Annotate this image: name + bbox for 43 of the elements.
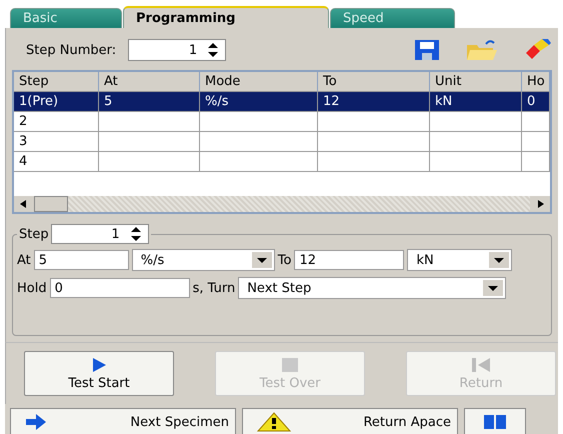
turn-dropdown[interactable]: Next Step [238,277,506,299]
table-cell: 1(Pre) [19,94,58,109]
step-number-label: Step Number: [26,42,116,58]
warning-icon [257,412,291,432]
table-row[interactable]: 3 [14,132,550,152]
play-icon [91,356,107,372]
open-folder-icon[interactable] [466,39,498,61]
turn-label: s, Turn [192,280,236,296]
step-number-spinner[interactable]: 1 [128,39,226,61]
stop-icon [281,356,299,372]
unit-dropdown[interactable]: kN [407,249,512,271]
step-label: Step [19,226,49,242]
hold-label: Hold [17,280,47,296]
table-cell: 4 [19,154,28,169]
eraser-icon[interactable] [524,39,552,61]
rewind-icon [471,356,491,372]
at-label: At [17,252,31,268]
table-cell: 2 [19,114,28,129]
table-cell: %/s [205,94,229,109]
next-specimen-button[interactable]: Next Specimen [10,408,236,434]
spin-arrows-icon[interactable] [130,227,142,241]
table-cell: 12 [323,94,340,109]
mode-dropdown[interactable]: %/s [132,249,275,271]
pause-icon [483,415,507,429]
test-start-button[interactable]: Test Start [24,351,174,396]
arrow-right-icon [25,414,47,430]
table-cell: 5 [104,94,112,109]
table-row[interactable]: 4 [14,152,550,172]
to-field[interactable]: 12 [294,250,404,270]
step-spinner[interactable]: 1 [50,224,149,244]
table-cell: 0 [527,94,536,109]
table-row[interactable]: 2 [14,112,550,132]
tab[interactable]: Programming [123,6,329,28]
to-label: To [278,252,292,268]
table-row[interactable]: 1(Pre) 5 %/s 12 kN 0 [14,92,550,112]
save-icon[interactable] [414,39,440,61]
table-cell: 3 [19,134,28,149]
table-cell: kN [435,94,452,109]
spin-arrows-icon[interactable] [207,43,220,57]
pause-button[interactable] [464,408,526,434]
at-field[interactable]: 5 [34,250,129,270]
return-apace-button[interactable]: Return Apace [242,408,458,434]
hold-field[interactable]: 0 [50,278,190,298]
